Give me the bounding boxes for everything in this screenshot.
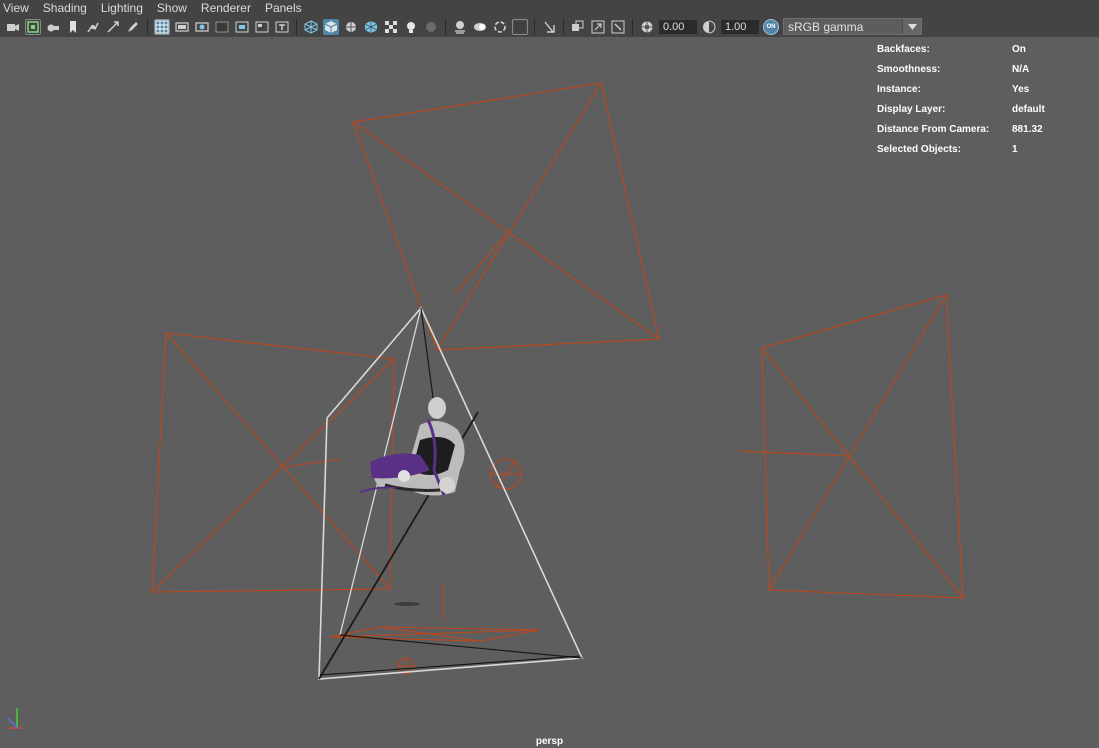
pan-zoom-icon[interactable] [105,19,121,35]
color-management-toggle[interactable]: ON [763,18,779,35]
multisample-aa-icon[interactable] [472,19,488,35]
hud-row-instance: Instance: Yes [877,79,1045,99]
hud-label: Selected Objects: [877,143,961,155]
resolution-gate-icon[interactable] [194,19,210,35]
hud-value: default [1012,103,1045,115]
toolbar-separator [296,18,297,35]
gamma-field[interactable]: 1.00 [721,19,759,34]
xray-icon[interactable] [541,19,557,35]
smooth-shade-icon[interactable] [323,18,339,35]
character-model[interactable] [359,397,465,496]
view-transform-value: sRGB gamma [788,19,864,34]
image-plane-icon[interactable] [85,19,101,35]
view-axis-icon [7,708,22,729]
hud-value: Yes [1012,83,1030,95]
dropdown-arrow-icon[interactable] [902,19,921,34]
safe-action-icon[interactable] [254,19,270,35]
hud-row-backfaces: Backfaces: On [877,39,1045,59]
wireframe-icon[interactable] [303,19,319,35]
hud-label: Backfaces: [877,43,930,55]
area-light-top[interactable] [352,82,660,351]
safe-title-icon[interactable] [274,19,290,35]
xray-active-components-icon[interactable] [590,19,606,35]
menu-panels[interactable]: Panels [262,0,306,16]
isolate-select-icon[interactable] [512,18,528,35]
hud-label: Smoothness: [877,63,941,75]
toolbar-separator [534,18,535,35]
toolbar-separator [147,18,148,35]
motion-blur-icon[interactable] [452,19,468,35]
backface-culling-icon[interactable] [610,19,626,35]
select-camera-icon[interactable] [5,19,21,35]
view-transform-dropdown[interactable]: sRGB gamma [783,18,922,35]
hud-label: Display Layer: [877,103,946,115]
area-light-left[interactable] [151,332,395,593]
point-light[interactable] [490,458,522,490]
textured-icon[interactable] [363,19,379,35]
hud-label: Distance From Camera: [877,123,990,135]
hud-label: Instance: [877,83,921,95]
field-chart-icon[interactable] [234,19,250,35]
hud-row-display-layer: Display Layer: default [877,99,1045,119]
hud-value: 1 [1012,143,1018,155]
grid-icon[interactable] [154,18,170,35]
wireframe-on-shaded-icon[interactable] [343,19,359,35]
gate-mask-icon[interactable] [214,19,230,35]
exposure-icon[interactable] [639,19,655,35]
hud-row-distance: Distance From Camera: 881.32 [877,119,1045,139]
toolbar-separator [632,18,633,35]
hud-row-smoothness: Smoothness: N/A [877,59,1045,79]
exposure-field[interactable]: 0.00 [659,19,697,34]
menu-renderer[interactable]: Renderer [198,0,255,16]
depth-of-field-icon[interactable] [492,19,508,35]
shadow-mark [394,602,420,606]
toolbar-separator [445,18,446,35]
panel-menubar: View Shading Lighting Show Renderer Pane… [0,0,1099,16]
area-light-bottom[interactable] [329,583,541,675]
menu-shading[interactable]: Shading [40,0,91,16]
xray-joints-icon[interactable] [570,19,586,35]
panel-toolbar: 0.00 1.00 ON sRGB gamma [0,16,1099,37]
shadows-icon[interactable] [403,19,419,35]
menu-show[interactable]: Show [154,0,191,16]
use-all-lights-icon[interactable] [383,19,399,35]
menu-lighting[interactable]: Lighting [98,0,147,16]
screen-space-ao-icon[interactable] [423,19,439,35]
grease-pencil-icon[interactable] [125,19,141,35]
hud-value: On [1012,43,1026,55]
toolbar-separator [563,18,564,35]
camera-label: persp [535,736,564,747]
camera-attributes-icon[interactable] [25,18,41,35]
selected-pyramid-wire[interactable] [318,306,584,680]
menu-view[interactable]: View [0,0,33,16]
camera-lock-icon[interactable] [45,19,61,35]
hud-row-selected-objects: Selected Objects: 1 [877,139,1045,159]
film-gate-icon[interactable] [174,19,190,35]
hud-value: N/A [1012,63,1030,75]
bookmark-icon[interactable] [65,19,81,35]
hud-overlay: Backfaces: On Smoothness: N/A Instance: Yes… [877,39,1045,159]
area-light-right[interactable] [738,294,964,599]
hud-value: 881.32 [1012,123,1043,135]
gamma-icon[interactable] [701,19,717,35]
